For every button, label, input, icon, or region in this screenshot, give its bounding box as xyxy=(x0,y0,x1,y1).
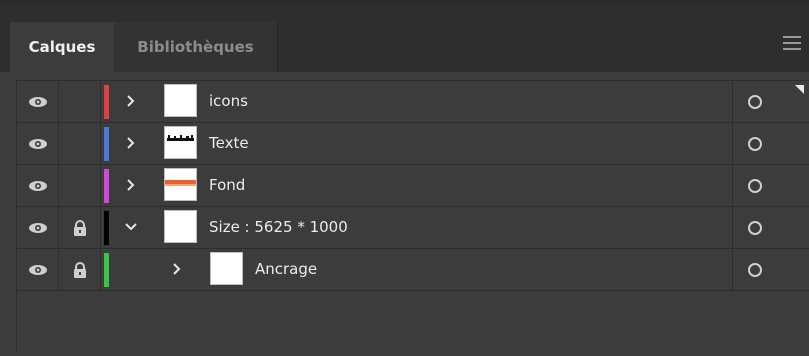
layer-name[interactable]: Size : 5625 * 1000 xyxy=(209,218,348,236)
layer-row[interactable]: Size : 5625 * 1000 xyxy=(17,207,809,249)
layer-thumbnail xyxy=(164,210,197,243)
lock-icon[interactable] xyxy=(59,165,101,206)
tab-calques[interactable]: Calques xyxy=(10,22,114,72)
tab-bibliotheques[interactable]: Bibliothèques xyxy=(114,22,278,72)
target-column-divider xyxy=(732,165,733,206)
target-column-divider xyxy=(732,81,733,122)
target-circle-icon[interactable] xyxy=(748,263,762,277)
lock-icon[interactable] xyxy=(59,123,101,164)
target-circle-icon[interactable] xyxy=(748,95,762,109)
eye-icon[interactable] xyxy=(17,207,59,248)
layers-list: icons Texte Fond Size : 5625 * 1000 Ancrage xyxy=(16,80,809,353)
layer-thumbnail xyxy=(164,168,197,201)
chevron-right-icon[interactable] xyxy=(168,260,186,278)
target-circle-icon[interactable] xyxy=(748,221,762,235)
layer-thumbnail xyxy=(164,126,197,159)
lock-icon[interactable] xyxy=(59,81,101,122)
layer-row[interactable]: Fond xyxy=(17,165,809,207)
target-column-divider xyxy=(732,123,733,164)
layer-row[interactable]: Ancrage xyxy=(17,249,809,291)
target-column-divider xyxy=(732,249,733,290)
layer-thumbnail xyxy=(164,84,197,117)
layer-thumbnail xyxy=(210,252,243,285)
layer-color-indicator xyxy=(104,253,109,287)
chevron-right-icon[interactable] xyxy=(122,176,140,194)
chevron-down-icon[interactable] xyxy=(122,218,140,236)
target-column-divider xyxy=(732,207,733,248)
layer-name[interactable]: Fond xyxy=(209,176,245,194)
layer-color-indicator xyxy=(104,85,109,119)
chevron-right-icon[interactable] xyxy=(122,134,140,152)
target-circle-icon[interactable] xyxy=(748,179,762,193)
eye-icon[interactable] xyxy=(17,249,59,290)
layer-row[interactable]: icons xyxy=(17,81,809,123)
layer-color-indicator xyxy=(104,169,109,203)
lock-icon[interactable] xyxy=(59,207,101,248)
layer-color-indicator xyxy=(104,211,109,245)
layer-name[interactable]: Ancrage xyxy=(255,260,317,278)
eye-icon[interactable] xyxy=(17,123,59,164)
layer-name[interactable]: Texte xyxy=(209,134,249,152)
layer-name[interactable]: icons xyxy=(209,92,248,110)
tab-calques-label: Calques xyxy=(28,38,96,56)
eye-icon[interactable] xyxy=(17,81,59,122)
target-circle-icon[interactable] xyxy=(748,137,762,151)
chevron-right-icon[interactable] xyxy=(122,92,140,110)
layer-row[interactable]: Texte xyxy=(17,123,809,165)
hamburger-menu-icon[interactable] xyxy=(783,36,801,50)
layer-color-indicator xyxy=(104,127,109,161)
eye-icon[interactable] xyxy=(17,165,59,206)
panel-tab-bar: Calques Bibliothèques xyxy=(0,6,809,72)
lock-icon[interactable] xyxy=(59,249,101,290)
tab-bibliotheques-label: Bibliothèques xyxy=(137,38,254,56)
